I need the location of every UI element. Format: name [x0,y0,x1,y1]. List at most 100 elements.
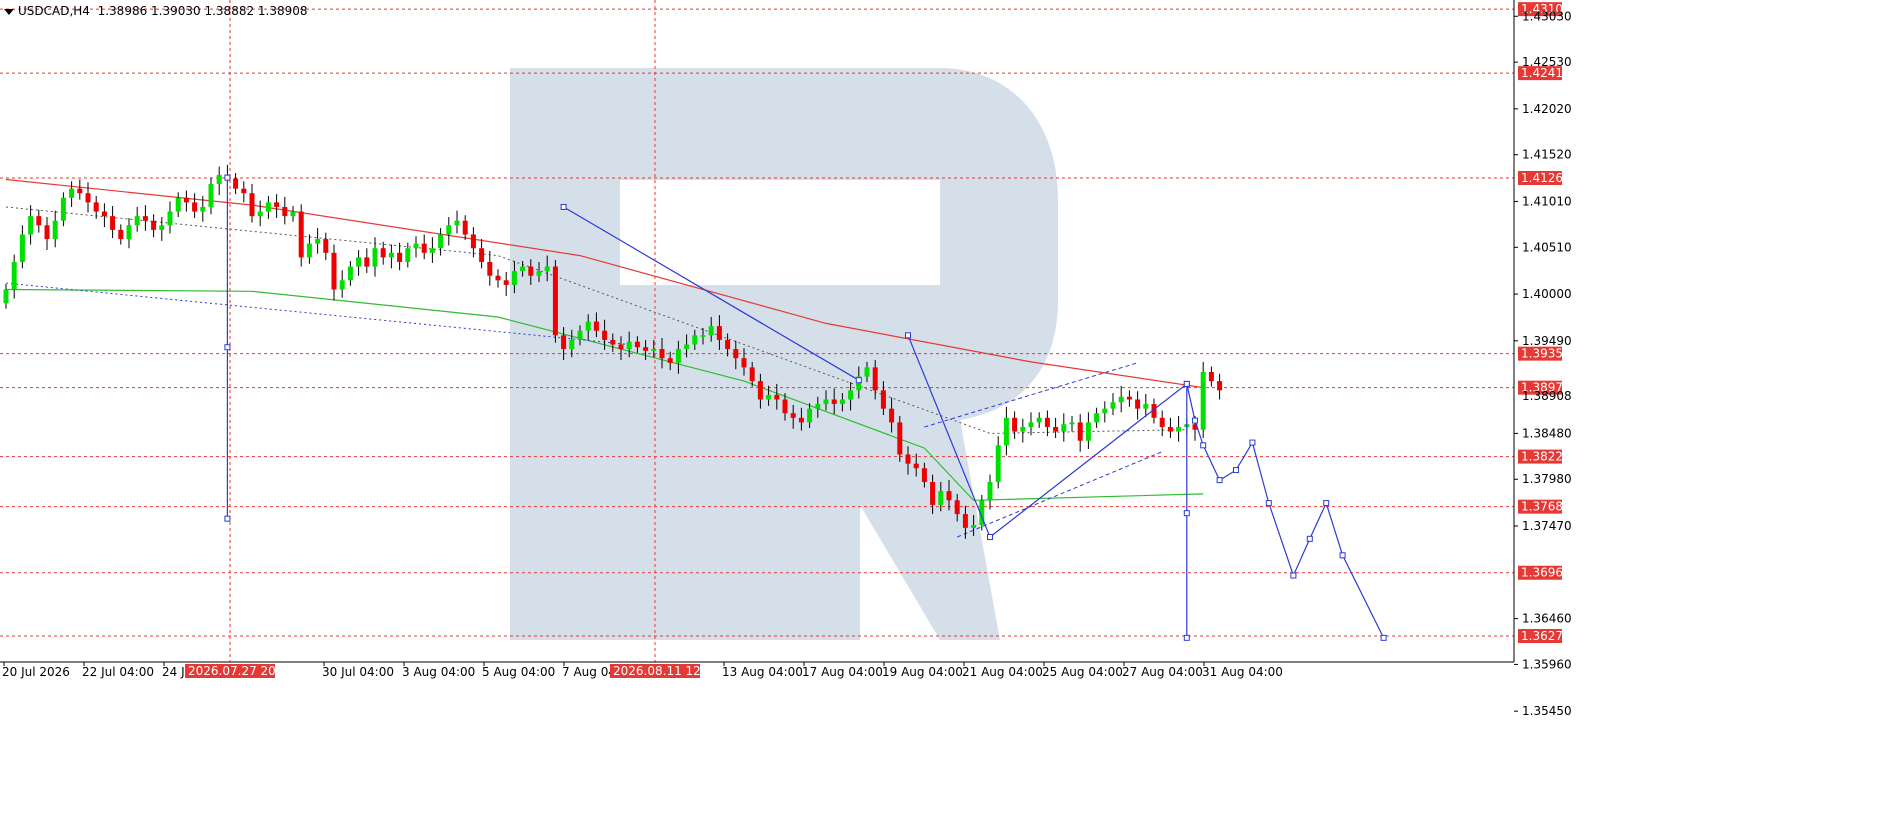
candle-body [77,188,83,194]
candle-body [913,463,919,469]
x-tick-label: 13 Aug 04:00 [722,665,803,679]
candle-body [454,220,460,226]
candle-body [323,239,329,253]
measure-marker [1183,634,1190,641]
candle-body [815,404,821,409]
candle-body [175,197,181,212]
y-tick-label: 1.37470 [1522,519,1572,533]
candle-body [569,339,575,350]
candle-body [626,341,632,350]
x-tick-label: 19 Aug 04:00 [882,665,963,679]
candle-body [708,326,714,336]
candle-body [192,202,198,212]
candle-body [233,178,239,189]
x-tick-label: 5 Aug 04:00 [482,665,555,679]
price-chart[interactable]: 1.431081.424101.412661.393501.389791.382… [0,0,1884,820]
candle-body [200,206,206,212]
candle-body [60,197,66,221]
candle-body [971,525,977,528]
candle-body [1118,396,1124,403]
wave-marker [1323,500,1330,507]
candle-body [1126,396,1132,400]
candle-body [684,344,690,350]
candle-body [28,216,34,235]
candle-body [479,248,485,262]
candle-body [306,243,312,258]
candle-body [536,271,542,276]
candle-body [118,229,124,240]
candle-body [1102,408,1108,414]
candle-body [470,234,476,249]
candle-body [503,280,509,285]
candle-body [52,220,58,240]
candle-body [889,408,895,423]
measure-marker [224,174,231,181]
candle-body [1094,413,1100,423]
candle-body [331,252,337,290]
candle-body [11,261,17,290]
candle-body [372,248,378,267]
candle-body [1053,426,1059,432]
x-tick-label: 30 Jul 04:00 [322,665,394,679]
candle-body [790,413,796,418]
candle-body [593,321,599,331]
y-tick-label: 1.40000 [1522,287,1572,301]
candle-body [602,330,608,340]
candle-body [110,216,116,230]
candle-body [930,481,936,505]
y-tick-label: 1.42020 [1522,102,1572,116]
candle-body [552,266,558,336]
wave-marker [1249,439,1256,446]
x-tick-label: 21 Aug 04:00 [962,665,1043,679]
candle-body [1061,424,1067,432]
candle-body [577,330,583,340]
y-tick-label: 1.35450 [1522,704,1572,718]
wave-marker [855,377,862,384]
candle-body [716,326,722,340]
level-tag-label: 1.37681 [1521,500,1571,514]
candle-body [1044,417,1050,427]
candle-body [282,206,288,217]
candle-body [315,239,321,244]
wave-marker [1265,500,1272,507]
candle-body [987,481,993,501]
candle-body [741,358,747,368]
y-tick-label: 1.35960 [1522,657,1572,671]
candle-body [823,399,829,405]
candle-body [421,243,427,253]
candle-body [1020,426,1026,432]
y-tick-label: 1.39490 [1522,334,1572,348]
candle-body [749,367,755,382]
candle-body [134,216,140,226]
dropdown-triangle-icon[interactable] [4,8,14,15]
candle-body [19,234,25,262]
candle-body [700,335,706,337]
measure-marker [1183,380,1190,387]
candle-body [380,248,386,258]
x-tick-label: 25 Aug 04:00 [1042,665,1123,679]
candle-body [142,216,148,221]
candle-body [429,248,435,253]
broker-logo-watermark [510,68,1058,640]
candle-body [405,248,411,262]
y-tick-label: 1.37980 [1522,472,1572,486]
candle-body [962,514,968,528]
candle-body [659,349,665,359]
candle-body [208,184,214,207]
candle-body [85,193,91,203]
time-axis: 20 Jul 202622 Jul 04:0024 Jul 04:0030 Ju… [2,662,1283,679]
candle-body [807,408,813,423]
candle-body [159,225,165,230]
wave-marker [560,203,567,210]
x-tick-label: 27 Aug 04:00 [1122,665,1203,679]
candle-body [667,358,673,363]
candle-body [651,349,657,351]
candle-body [938,491,944,505]
y-tick-label: 1.38480 [1522,426,1572,440]
wave-marker [1339,552,1346,559]
y-tick-label: 1.42530 [1522,55,1572,69]
candle-body [897,422,903,455]
candle-body [126,225,132,240]
candle-body [1217,381,1223,391]
wave-marker [1192,417,1198,424]
